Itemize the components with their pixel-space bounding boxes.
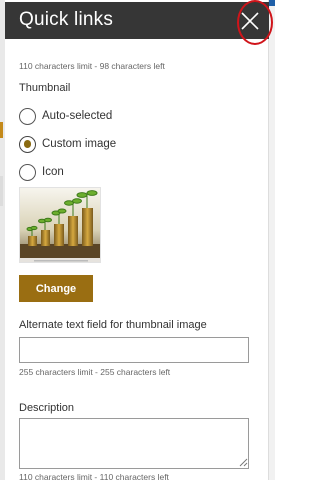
description-textarea[interactable]: [19, 418, 249, 469]
description-char-limit-hint: 110 characters limit - 110 characters le…: [19, 472, 169, 480]
radio-label: Icon: [42, 166, 64, 178]
radio-custom-image[interactable]: Custom image: [19, 134, 116, 154]
close-button[interactable]: [239, 10, 261, 32]
alt-text-char-limit-hint: 255 characters limit - 255 characters le…: [19, 367, 171, 377]
radio-label: Auto-selected: [42, 110, 113, 122]
quick-links-panel: Quick links 110 characters limit - 98 ch…: [5, 0, 269, 480]
page-accent-marker: [0, 122, 3, 138]
description-label: Description: [19, 402, 75, 414]
title-char-limit-hint: 110 characters limit - 98 characters lef…: [19, 61, 165, 71]
radio-icon[interactable]: Icon: [19, 162, 64, 182]
radio-button[interactable]: [19, 107, 36, 125]
panel-header: Quick links: [5, 2, 269, 39]
radio-button-selected[interactable]: [19, 135, 36, 153]
panel-title: Quick links: [19, 9, 114, 30]
page-scroll-edge: [269, 0, 275, 480]
radio-auto-selected[interactable]: Auto-selected: [19, 106, 112, 126]
radio-button[interactable]: [19, 163, 36, 181]
alt-text-label: Alternate text field for thumbnail image: [19, 319, 207, 331]
close-icon: [241, 12, 259, 30]
thumbnail-image: [19, 187, 101, 263]
alt-text-input[interactable]: [19, 337, 249, 363]
thumbnail-label: Thumbnail: [19, 82, 71, 94]
radio-label: Custom image: [42, 138, 117, 150]
change-image-button[interactable]: Change: [19, 275, 93, 302]
coins-plant-image: [20, 188, 100, 262]
page-divider-marker: [0, 176, 3, 206]
